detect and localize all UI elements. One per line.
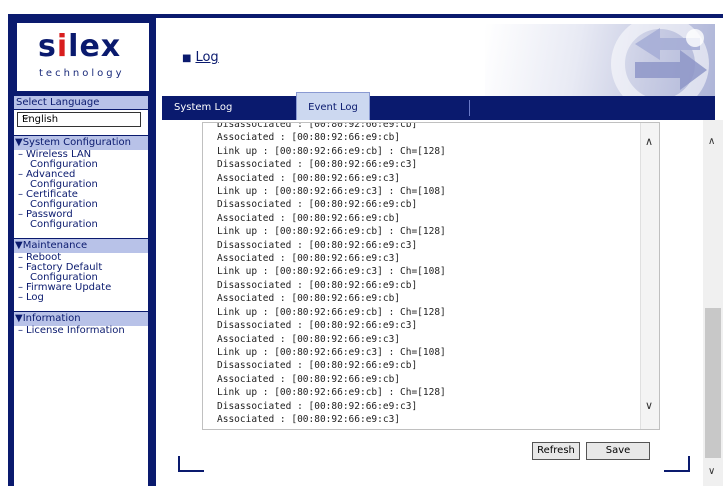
page-title: ■ Log — [182, 50, 219, 65]
menu-item-label: License Information — [26, 325, 125, 336]
log-line: Link up : [00:80:92:66:e9:cb] : Ch=[128] — [217, 226, 446, 238]
log-line: Associated : [00:80:92:66:e9:cb] — [217, 132, 401, 144]
tab-event-log[interactable]: Event Log — [296, 92, 370, 122]
page-top — [0, 0, 723, 12]
log-line: Associated : [00:80:92:66:e9:c3] — [217, 172, 401, 184]
logo-wordmark: silex — [38, 29, 122, 64]
log-line: Disassociated : [00:80:92:66:e9:cb] — [217, 122, 418, 130]
frame-corner-left — [178, 456, 204, 472]
save-button[interactable]: Save — [586, 442, 650, 460]
log-line: Associated : [00:80:92:66:e9:c3] — [217, 413, 401, 425]
log-line: Disassociated : [00:80:92:66:e9:c3] — [217, 239, 418, 251]
log-lines: Disassociated : [00:80:92:66:e9:cb] Assoc… — [217, 122, 446, 426]
log-line: Associated : [00:80:92:66:e9:cb] — [217, 212, 401, 224]
log-line: Disassociated : [00:80:92:66:e9:c3] — [217, 320, 418, 332]
refresh-button[interactable]: Refresh — [532, 442, 580, 460]
log-line: Disassociated : [00:80:92:66:e9:c3] — [217, 400, 418, 412]
menu-item-label: Log — [26, 292, 44, 303]
log-line: Associated : [00:80:92:66:e9:cb] — [217, 373, 401, 385]
log-line: Link up : [00:80:92:66:e9:c3] : Ch=[108] — [217, 346, 446, 358]
menu-item-label: Configuration — [30, 219, 98, 230]
logo: silex technology — [16, 22, 150, 92]
chevron-up-icon[interactable]: ∧ — [708, 136, 715, 147]
tab-bar: System Log Event Log — [162, 92, 715, 122]
arrows-icon — [611, 24, 709, 96]
menu-section-title[interactable]: ▼Maintenance — [14, 238, 148, 253]
chevron-down-icon[interactable]: ∨ — [708, 466, 715, 477]
title-bullet: ■ — [182, 53, 192, 64]
log-line: Disassociated : [00:80:92:66:e9:cb] — [217, 199, 418, 211]
menu-item[interactable]: – Wireless LAN Configuration — [14, 150, 148, 170]
chevron-down-icon[interactable]: ∨ — [645, 399, 653, 412]
menu-item[interactable]: – License Information — [14, 326, 148, 336]
header-banner: ■ Log — [162, 24, 715, 96]
chevron-up-icon[interactable]: ∧ — [645, 135, 653, 148]
log-line: Disassociated : [00:80:92:66:e9:cb] — [217, 360, 418, 372]
tab-divider — [469, 100, 470, 116]
scroll-thumb[interactable] — [705, 308, 721, 458]
menu-section: ▼System Configuration – Wireless LAN Config… — [14, 135, 148, 230]
log-scrollbar[interactable]: ∧ ∨ — [640, 123, 659, 429]
banner-graphic — [485, 24, 715, 96]
menu-item[interactable]: – Advanced Configuration — [14, 170, 148, 190]
tab-system-log[interactable]: System Log — [174, 96, 254, 120]
log-line: Link up : [00:80:92:66:e9:c3] : Ch=[108] — [217, 186, 446, 198]
side-menu: ▼System Configuration – Wireless LAN Config… — [14, 135, 148, 336]
chevron-down-icon: ⌵ — [22, 112, 30, 123]
language-label: Select Language — [14, 96, 148, 110]
main-content: Disassociated : [00:80:92:66:e9:cb] Assoc… — [162, 120, 715, 486]
menu-section: ▼Maintenance – Reboot – Factory Default Confi… — [14, 238, 148, 303]
log-textarea[interactable]: Disassociated : [00:80:92:66:e9:cb] Assoc… — [202, 122, 660, 430]
log-line: Link up : [00:80:92:66:e9:cb] : Ch=[128] — [217, 387, 446, 399]
menu-item[interactable]: – Password Configuration — [14, 210, 148, 230]
logo-tagline: technology — [39, 68, 125, 79]
log-line: Link up : [00:80:92:66:e9:c3] : Ch=[108] — [217, 266, 446, 278]
menu-item[interactable]: – Factory Default Configuration — [14, 263, 148, 283]
menu-item[interactable]: – Log — [14, 293, 148, 303]
menu-section: ▼Information – License Information — [14, 311, 148, 336]
log-line: Associated : [00:80:92:66:e9:cb] — [217, 293, 401, 305]
log-line: Disassociated : [00:80:92:66:e9:cb] — [217, 279, 418, 291]
log-line: Disassociated : [00:80:92:66:e9:c3] — [217, 159, 418, 171]
sidebar: Select Language English ⌵ ▼System Config… — [14, 96, 148, 486]
page-scrollbar[interactable]: ∧ ∨ — [703, 120, 723, 486]
language-select[interactable]: English ⌵ — [17, 112, 141, 127]
menu-section-title[interactable]: ▼System Configuration — [14, 135, 148, 150]
menu-section-title[interactable]: ▼Information — [14, 311, 148, 326]
log-line: Associated : [00:80:92:66:e9:c3] — [217, 333, 401, 345]
log-line: Link up : [00:80:92:66:e9:cb] : Ch=[128] — [217, 306, 446, 318]
log-line: Link up : [00:80:92:66:e9:cb] : Ch=[128] — [217, 145, 446, 157]
frame-corner-right — [664, 456, 690, 472]
log-line: Associated : [00:80:92:66:e9:c3] — [217, 253, 401, 265]
menu-item[interactable]: – Certificate Configuration — [14, 190, 148, 210]
